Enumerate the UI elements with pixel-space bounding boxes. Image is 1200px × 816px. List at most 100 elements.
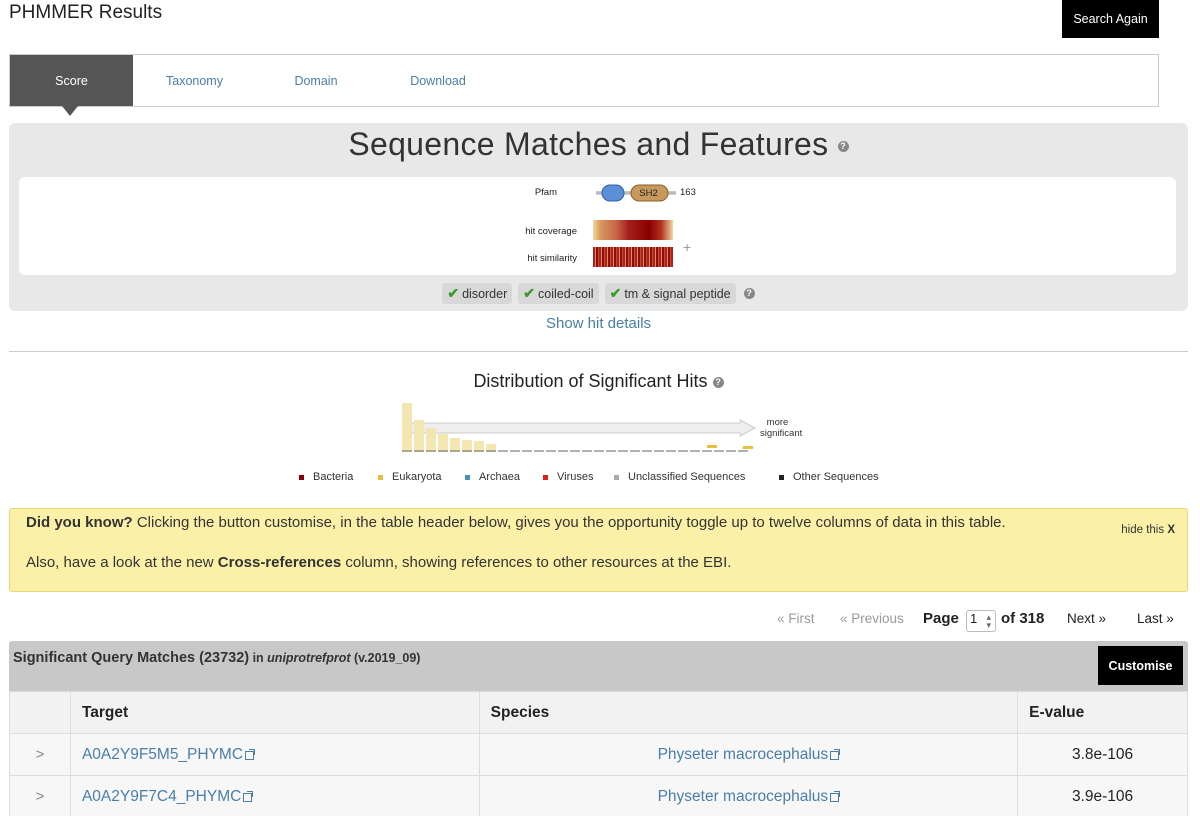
legend-swatch — [299, 474, 304, 480]
legend-label: Viruses — [557, 471, 594, 483]
page-title: PHMMER Results — [9, 2, 163, 23]
sequence-matches-panel: Sequence Matches and Features ? Pfam SH2… — [9, 123, 1188, 311]
customise-button[interactable]: Customise — [1098, 646, 1183, 685]
database-name: uniprotrefprot — [267, 651, 351, 665]
help-icon[interactable]: ? — [712, 376, 724, 388]
legend-item-viruses[interactable]: Viruses — [543, 471, 593, 483]
search-again-button[interactable]: Search Again — [1062, 0, 1159, 38]
show-hit-details-link[interactable]: Show hit details — [0, 315, 1197, 332]
check-icon: ✔ — [523, 285, 535, 301]
stepper-icon[interactable]: ▴ ▾ — [986, 613, 991, 630]
results-header: Significant Query Matches (23732) in uni… — [9, 641, 1188, 691]
feature-toggles: ✔ disorder ✔ coiled-coil ✔ tm & signal pept… — [9, 283, 1188, 304]
tab-domain[interactable]: Domain — [280, 55, 352, 106]
target-link[interactable]: A0A2Y9F7C4_PHYMC — [82, 788, 241, 805]
legend-swatch — [378, 474, 383, 480]
feature-label: tm & signal peptide — [624, 286, 731, 301]
close-icon: X — [1167, 524, 1175, 536]
legend-label: Other Sequences — [793, 471, 879, 483]
target-cell: A0A2Y9F7C4_PHYMC — [69, 775, 480, 816]
page-number-input[interactable]: 1 ▴ ▾ — [966, 610, 996, 632]
tab-taxonomy[interactable]: Taxonomy — [147, 55, 242, 106]
external-link-icon[interactable] — [245, 748, 256, 760]
legend-label: Archaea — [479, 471, 520, 483]
evalue-cell: 3.9e-106 — [1017, 775, 1188, 816]
last-page-link[interactable]: Last » — [1137, 611, 1174, 626]
check-icon: ✔ — [609, 285, 622, 301]
legend-swatch — [543, 474, 548, 480]
coiled-coil-toggle[interactable]: ✔ coiled-coil — [518, 283, 599, 304]
column-header-evalue[interactable]: E-value — [1017, 691, 1188, 734]
expand-row-button[interactable]: > — [9, 775, 71, 816]
hit-coverage-bar — [593, 220, 673, 240]
result-tabs: Score Taxonomy Domain Download — [9, 54, 1159, 107]
hit-similarity-bar — [593, 247, 673, 267]
distribution-histogram[interactable] — [400, 400, 810, 456]
sequence-graphic-area: Pfam SH2 163 hit coverage hit similarity… — [19, 177, 1176, 275]
current-page-value: 1 — [970, 611, 978, 626]
sequence-length: 163 — [680, 187, 696, 198]
target-link[interactable]: A0A2Y9F5M5_PHYMC — [82, 746, 243, 763]
legend-item-eukaryota[interactable]: Eukaryota — [378, 471, 442, 483]
results-count: Significant Query Matches (23732) — [13, 650, 250, 666]
tm-signal-peptide-toggle[interactable]: ✔ tm & signal peptide — [604, 283, 736, 304]
hide-notice-button[interactable]: hide this X — [1121, 524, 1175, 536]
external-link-icon[interactable] — [830, 790, 841, 802]
page-label: Page — [923, 610, 959, 627]
external-link-icon[interactable] — [830, 748, 841, 760]
first-page-link[interactable]: « First — [777, 611, 815, 626]
evalue-cell: 3.8e-106 — [1017, 733, 1188, 776]
legend-swatch — [779, 474, 784, 480]
legend-label: Eukaryota — [392, 471, 442, 483]
notice-heading: Did you know? — [26, 514, 133, 531]
database-version: (v.2019_09) — [350, 651, 421, 665]
sequence-panel-title: Sequence Matches and Features — [348, 126, 829, 162]
legend-item-archaea[interactable]: Archaea — [465, 471, 520, 483]
legend-label: Unclassified Sequences — [628, 471, 746, 483]
legend-label: Bacteria — [313, 471, 354, 483]
more-significant-label: more significant — [760, 417, 802, 439]
species-link[interactable]: Physeter macrocephalus — [658, 746, 829, 763]
pagination: « First « Previous Page 1 ▴ ▾ of 318 Next… — [0, 610, 1200, 633]
species-cell: Physeter macrocephalus — [478, 733, 1019, 776]
hide-label: hide this — [1121, 524, 1165, 536]
feature-label: coiled-coil — [538, 286, 594, 301]
distribution-heading: Distribution of Significant Hits ? — [0, 371, 1197, 392]
target-cell: A0A2Y9F5M5_PHYMC — [69, 733, 480, 776]
cross-references-highlight: Cross-references — [217, 554, 342, 571]
disorder-toggle[interactable]: ✔ disorder — [442, 283, 513, 304]
column-header-species[interactable]: Species — [478, 691, 1019, 734]
sh2-domain-label: SH2 — [639, 188, 658, 199]
species-link[interactable]: Physeter macrocephalus — [658, 788, 829, 805]
total-pages: of 318 — [1001, 610, 1045, 627]
legend-swatch — [614, 474, 619, 480]
help-icon[interactable]: ? — [743, 288, 755, 299]
help-icon[interactable]: ? — [837, 141, 849, 153]
table-header-row: Target Species E-value — [9, 691, 1188, 734]
pfam-label: Pfam — [534, 187, 557, 198]
did-you-know-notice: Did you know? Clicking the button custom… — [9, 508, 1188, 592]
feature-label: disorder — [462, 286, 508, 301]
notice-text: Clicking the button customise, in the ta… — [132, 514, 1006, 531]
check-icon: ✔ — [447, 285, 460, 301]
column-header-target[interactable]: Target — [69, 691, 480, 734]
expand-row-button[interactable]: > — [9, 733, 71, 776]
legend-swatch — [465, 474, 470, 480]
next-page-link[interactable]: Next » — [1067, 611, 1106, 626]
tab-score[interactable]: Score — [10, 55, 133, 106]
notice-line-1: Did you know? Clicking the button custom… — [26, 514, 1006, 531]
sequence-panel-heading: Sequence Matches and Features ? — [9, 126, 1188, 163]
active-tab-pointer — [62, 106, 78, 116]
previous-page-link[interactable]: « Previous — [840, 611, 904, 626]
results-title: Significant Query Matches (23732) in uni… — [13, 650, 420, 666]
expand-graphic-button[interactable]: + — [683, 239, 691, 255]
legend-item-bacteria[interactable]: Bacteria — [299, 471, 353, 483]
legend-item-other[interactable]: Other Sequences — [779, 471, 879, 483]
species-cell: Physeter macrocephalus — [478, 775, 1019, 816]
notice-line-2: Also, have a look at the new Cross-refer… — [26, 554, 731, 571]
divider — [9, 351, 1188, 352]
legend-item-unclassified[interactable]: Unclassified Sequences — [614, 471, 745, 483]
tab-download[interactable]: Download — [402, 55, 474, 106]
hit-similarity-label: hit similarity — [527, 253, 577, 264]
external-link-icon[interactable] — [243, 790, 254, 802]
